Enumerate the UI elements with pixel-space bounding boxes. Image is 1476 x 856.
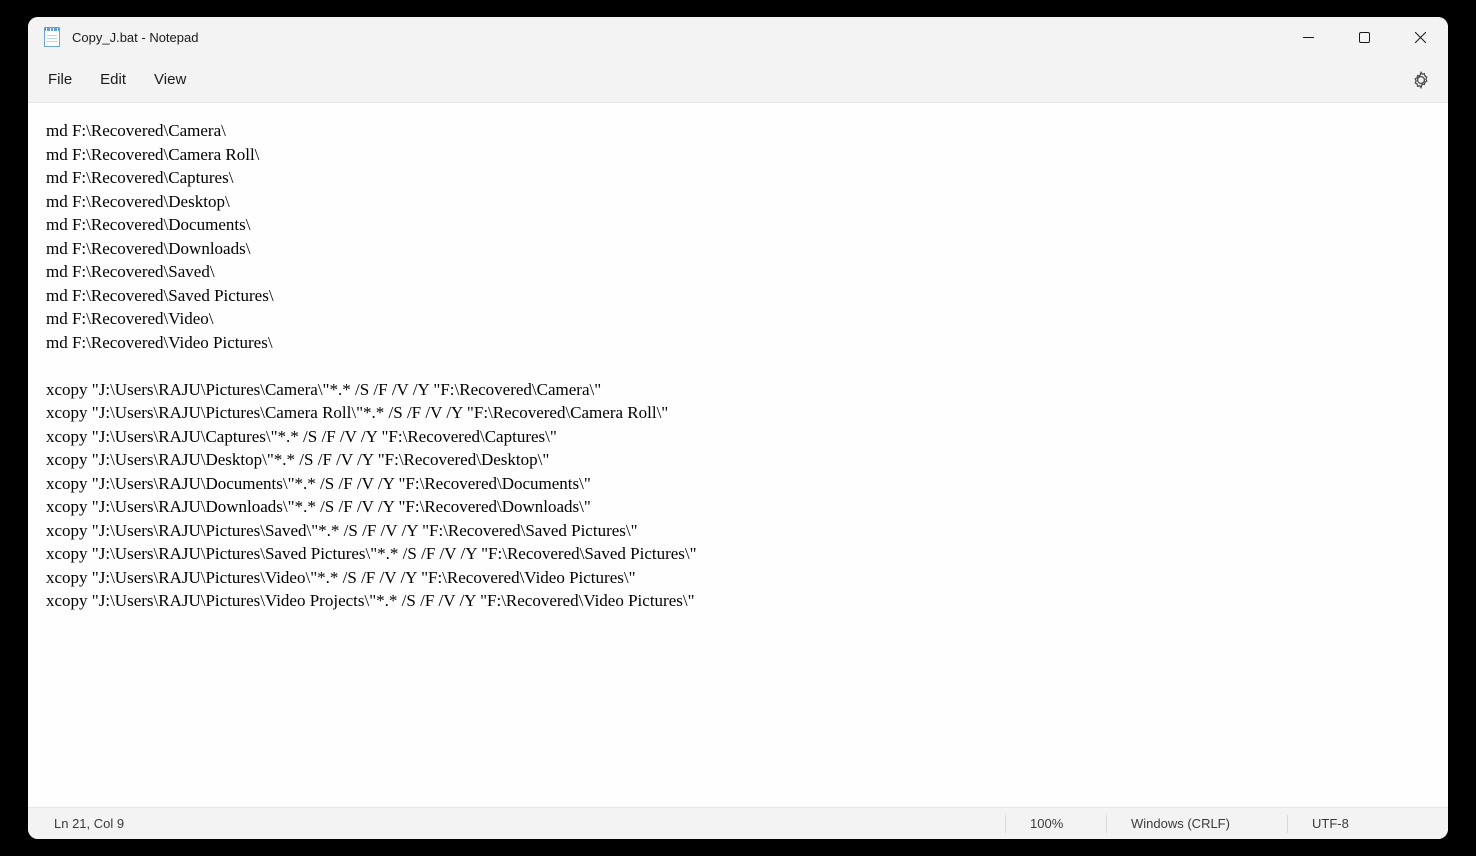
settings-button[interactable] xyxy=(1400,63,1442,97)
window-title: Copy_J.bat - Notepad xyxy=(72,30,198,45)
status-zoom[interactable]: 100% xyxy=(1006,816,1106,831)
titlebar-left: Copy_J.bat - Notepad xyxy=(28,27,198,47)
caption-buttons xyxy=(1280,17,1448,57)
minimize-button[interactable] xyxy=(1280,17,1336,57)
titlebar[interactable]: Copy_J.bat - Notepad xyxy=(28,17,1448,57)
notepad-window: Copy_J.bat - Notepad File Edit View md F… xyxy=(28,17,1448,839)
maximize-icon xyxy=(1359,32,1370,43)
status-cursor-position: Ln 21, Col 9 xyxy=(28,816,1005,831)
menu-view[interactable]: View xyxy=(140,63,200,96)
menu-edit[interactable]: Edit xyxy=(86,63,140,96)
status-line-ending: Windows (CRLF) xyxy=(1107,816,1287,831)
statusbar: Ln 21, Col 9 100% Windows (CRLF) UTF-8 xyxy=(28,807,1448,839)
close-icon xyxy=(1415,32,1426,43)
gear-icon xyxy=(1412,71,1430,89)
minimize-icon xyxy=(1303,32,1314,43)
text-editor[interactable]: md F:\Recovered\Camera\ md F:\Recovered\… xyxy=(28,103,1448,807)
close-button[interactable] xyxy=(1392,17,1448,57)
status-encoding: UTF-8 xyxy=(1288,816,1448,831)
menu-file[interactable]: File xyxy=(34,63,86,96)
menubar: File Edit View xyxy=(28,57,1448,103)
maximize-button[interactable] xyxy=(1336,17,1392,57)
notepad-icon xyxy=(44,27,60,47)
